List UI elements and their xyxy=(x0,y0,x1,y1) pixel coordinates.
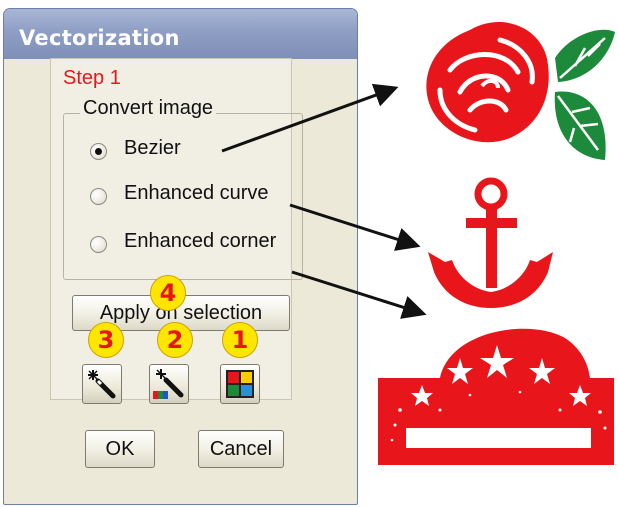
rose-icon xyxy=(426,22,549,143)
star-banner-icon xyxy=(378,328,614,465)
arrow-to-banner xyxy=(291,270,427,319)
arrow-to-anchor xyxy=(289,203,421,251)
arrow-to-rose xyxy=(221,83,399,153)
arrows xyxy=(221,83,427,319)
leaf-icon xyxy=(554,29,615,160)
example-illustrations xyxy=(221,22,615,465)
anchor-icon xyxy=(428,177,553,308)
